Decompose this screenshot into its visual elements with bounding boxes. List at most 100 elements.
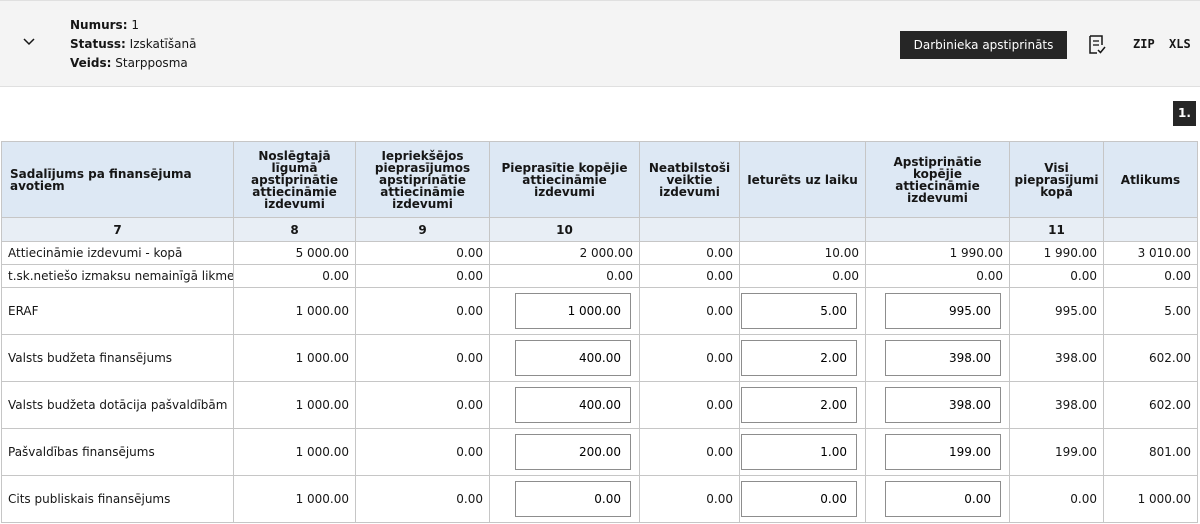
balance-value: 0.00 — [1103, 264, 1198, 288]
row-label: Valsts budžeta finansējums — [1, 334, 234, 382]
col-header-all-requests: Visi pieprasījumi kopā — [1009, 141, 1104, 218]
requested-input[interactable] — [515, 434, 631, 470]
col-header-ineligible: Neatbilstoši veiktie izdevumi — [639, 141, 740, 218]
contract-value: 5 000.00 — [233, 241, 356, 265]
approved-input[interactable] — [885, 481, 1001, 517]
meta-statuss: Statuss: Izskatīšanā — [70, 37, 197, 51]
approved-cell — [865, 428, 1010, 476]
table-row: Valsts budžeta finansējums 1 000.00 0.00… — [1, 334, 1198, 382]
zip-download-link[interactable]: ZIP — [1133, 37, 1155, 51]
withheld-input[interactable] — [741, 340, 857, 376]
balance-value: 801.00 — [1103, 428, 1198, 476]
col-header-withheld: Ieturēts uz laiku — [739, 141, 866, 218]
report-header-panel: Numurs: 1 Statuss: Izskatīšanā Veids: St… — [0, 0, 1200, 87]
col-number: 9 — [355, 217, 490, 242]
ineligible-value: 0.00 — [639, 334, 740, 382]
approved-input[interactable] — [885, 387, 1001, 423]
col-number — [1103, 217, 1198, 242]
approved-cell — [865, 287, 1010, 335]
contract-value: 1 000.00 — [233, 287, 356, 335]
row-label: t.sk.netiešo izmaksu nemainīgā likme — [1, 264, 234, 288]
withheld-cell — [739, 334, 866, 382]
requested-value: 2 000.00 — [489, 241, 640, 265]
col-header-breakdown: Sadalījums pa finansējuma avotiem — [1, 141, 234, 218]
table-row: Attiecināmie izdevumi - kopā 5 000.00 0.… — [1, 241, 1198, 265]
col-header-approved: Apstiprinātie kopējie attiecināmie izdev… — [865, 141, 1010, 218]
requested-value: 0.00 — [489, 264, 640, 288]
previous-value: 0.00 — [355, 428, 490, 476]
col-header-previous: Iepriekšējos pieprasījumos apstiprinātie… — [355, 141, 490, 218]
approved-input[interactable] — [885, 293, 1001, 329]
all-requests-value: 398.00 — [1009, 334, 1104, 382]
approved-cell — [865, 381, 1010, 429]
report-meta: Numurs: 1 Statuss: Izskatīšanā Veids: St… — [70, 16, 196, 73]
all-requests-value: 199.00 — [1009, 428, 1104, 476]
col-header-balance: Atlikums — [1103, 141, 1198, 218]
col-number: 8 — [233, 217, 356, 242]
balance-value: 602.00 — [1103, 334, 1198, 382]
requested-cell — [489, 287, 640, 335]
row-label: ERAF — [1, 287, 234, 335]
balance-value: 1 000.00 — [1103, 475, 1198, 523]
table-row: t.sk.netiešo izmaksu nemainīgā likme 0.0… — [1, 264, 1198, 288]
approved-cell — [865, 334, 1010, 382]
approved-input[interactable] — [885, 434, 1001, 470]
xls-download-link[interactable]: XLS — [1169, 37, 1191, 51]
previous-value: 0.00 — [355, 241, 490, 265]
col-number — [865, 217, 1010, 242]
withheld-input[interactable] — [741, 387, 857, 423]
chevron-down-icon[interactable] — [20, 33, 38, 51]
col-number: 10 — [489, 217, 640, 242]
withheld-cell — [739, 428, 866, 476]
requested-cell — [489, 334, 640, 382]
requested-cell — [489, 381, 640, 429]
requested-cell — [489, 428, 640, 476]
requested-input[interactable] — [515, 340, 631, 376]
approved-value: 1 990.00 — [865, 241, 1010, 265]
contract-value: 0.00 — [233, 264, 356, 288]
balance-value: 3 010.00 — [1103, 241, 1198, 265]
col-number — [639, 217, 740, 242]
withheld-input[interactable] — [741, 434, 857, 470]
ineligible-value: 0.00 — [639, 428, 740, 476]
all-requests-value: 0.00 — [1009, 264, 1104, 288]
withheld-cell — [739, 381, 866, 429]
withheld-value: 0.00 — [739, 264, 866, 288]
all-requests-value: 995.00 — [1009, 287, 1104, 335]
withheld-cell — [739, 475, 866, 523]
row-label: Cits publiskais finansējums — [1, 475, 234, 523]
previous-value: 0.00 — [355, 475, 490, 523]
ineligible-value: 0.00 — [639, 264, 740, 288]
withheld-input[interactable] — [741, 293, 857, 329]
withheld-input[interactable] — [741, 481, 857, 517]
requested-input[interactable] — [515, 481, 631, 517]
all-requests-value: 0.00 — [1009, 475, 1104, 523]
approved-value: 0.00 — [865, 264, 1010, 288]
approved-input[interactable] — [885, 340, 1001, 376]
previous-value: 0.00 — [355, 264, 490, 288]
ineligible-value: 0.00 — [639, 241, 740, 265]
ineligible-value: 0.00 — [639, 381, 740, 429]
requested-input[interactable] — [515, 293, 631, 329]
table-row: Cits publiskais finansējums 1 000.00 0.0… — [1, 475, 1198, 523]
ineligible-value: 0.00 — [639, 287, 740, 335]
contract-value: 1 000.00 — [233, 428, 356, 476]
employee-approved-button[interactable]: Darbinieka apstiprināts — [900, 31, 1067, 59]
col-number: 7 — [1, 217, 234, 242]
balance-value: 5.00 — [1103, 287, 1198, 335]
requested-input[interactable] — [515, 387, 631, 423]
contract-value: 1 000.00 — [233, 334, 356, 382]
all-requests-value: 398.00 — [1009, 381, 1104, 429]
row-label: Attiecināmie izdevumi - kopā — [1, 241, 234, 265]
table-row: Pašvaldības finansējums 1 000.00 0.00 0.… — [1, 428, 1198, 476]
col-number — [739, 217, 866, 242]
row-label: Pašvaldības finansējums — [1, 428, 234, 476]
contract-value: 1 000.00 — [233, 475, 356, 523]
withheld-cell — [739, 287, 866, 335]
financing-breakdown-table: Sadalījums pa finansējuma avotiem Noslēg… — [1, 141, 1198, 523]
previous-value: 0.00 — [355, 287, 490, 335]
col-header-requested: Pieprasītie kopējie attiecināmie izdevum… — [489, 141, 640, 218]
contract-value: 1 000.00 — [233, 381, 356, 429]
all-requests-value: 1 990.00 — [1009, 241, 1104, 265]
document-check-icon[interactable] — [1087, 34, 1107, 56]
